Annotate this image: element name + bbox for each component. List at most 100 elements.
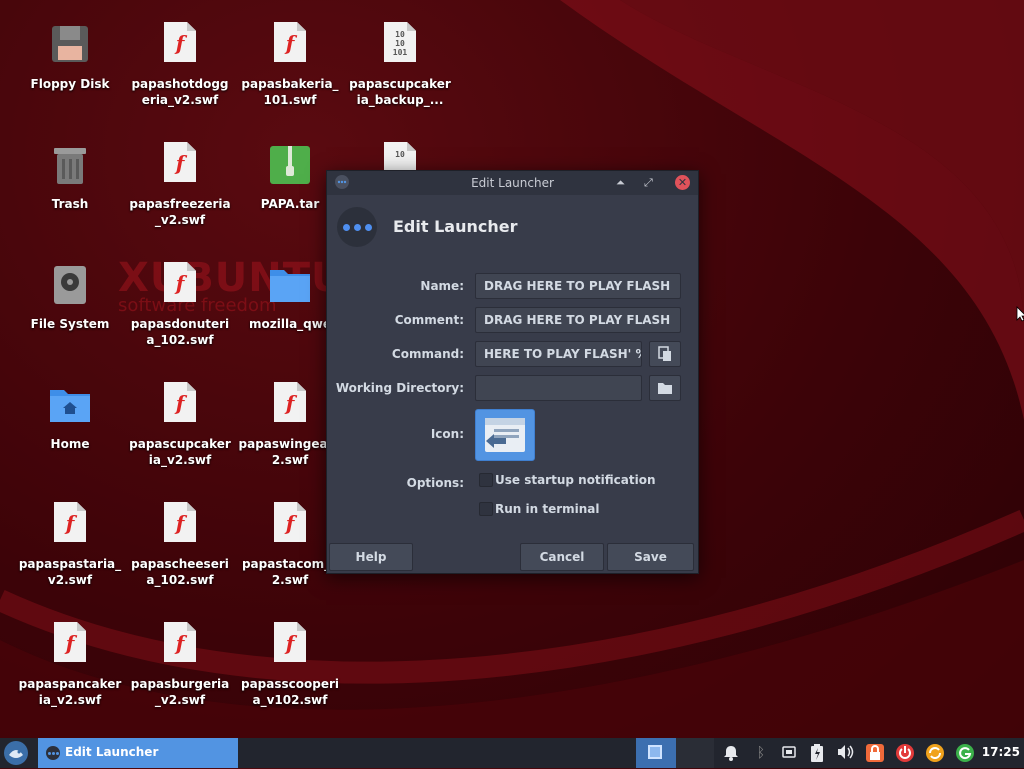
dialog-titlebar[interactable]: Edit Launcher ⏶ ⤢ ✕	[327, 171, 698, 195]
xubuntu-logo-icon	[9, 750, 23, 758]
icon-row: Icon:	[327, 409, 698, 461]
taskbar-item-label: Edit Launcher	[65, 745, 159, 759]
command-input[interactable]: HERE TO PLAY FLASH' %f	[475, 341, 642, 367]
whisker-menu-button[interactable]	[4, 741, 28, 765]
dialog-window-title: Edit Launcher	[471, 176, 554, 190]
icon-picker-button[interactable]	[475, 409, 535, 461]
desktop-icon-label: papascupcakeria_backup_...	[349, 77, 451, 107]
icon-label: Icon:	[430, 427, 464, 441]
workspace-2-button[interactable]	[676, 738, 714, 768]
help-button[interactable]: Help	[329, 543, 413, 571]
clock[interactable]: 17:25	[982, 745, 1020, 759]
command-row: Command: HERE TO PLAY FLASH' %f	[327, 341, 698, 367]
flash-file-icon: f	[158, 22, 202, 70]
save-button[interactable]: Save	[607, 543, 694, 571]
mouse-cursor-icon	[1016, 306, 1024, 326]
desktop-icon-papasburgeria[interactable]: f papasburgeria_v2.swf	[128, 622, 232, 708]
workspace-1-button[interactable]	[636, 738, 676, 768]
launcher-app-icon	[485, 418, 525, 452]
startup-notification-checkbox[interactable]	[479, 473, 493, 487]
flash-file-icon: f	[158, 382, 202, 430]
taskbar-item-edit-launcher[interactable]: Edit Launcher	[38, 738, 238, 768]
options-label: Options:	[406, 476, 464, 490]
run-in-terminal-label[interactable]: Run in terminal	[495, 502, 600, 516]
bluetooth-icon[interactable]: ᛒ	[752, 744, 770, 762]
comment-input[interactable]: DRAG HERE TO PLAY FLASH	[475, 307, 681, 333]
volume-icon[interactable]	[836, 744, 854, 762]
flash-file-icon: f	[158, 142, 202, 190]
name-input[interactable]: DRAG HERE TO PLAY FLASH	[475, 273, 681, 299]
desktop-icon-label: papasscooperia_v102.swf	[240, 677, 340, 707]
desktop-icon-label: File System	[30, 317, 110, 331]
desktop-icon-label: papashotdoggeria_v2.swf	[131, 77, 229, 107]
flash-file-icon: f	[48, 622, 92, 670]
desktop-icon-papasfreezeria[interactable]: f papasfreezeria_v2.swf	[128, 142, 232, 228]
workdir-input[interactable]	[475, 375, 642, 401]
desktop-icon-trash[interactable]: Trash	[18, 142, 122, 212]
power-icon[interactable]	[896, 744, 914, 762]
desktop-icon-label: Home	[50, 437, 90, 451]
desktop-icon-papasbakeria[interactable]: f papasbakeria_101.swf	[238, 22, 342, 108]
run-in-terminal-checkbox[interactable]	[479, 502, 493, 516]
flash-file-icon: f	[48, 502, 92, 550]
flash-file-icon: f	[158, 502, 202, 550]
desktop-icon-label: papasburgeria_v2.swf	[130, 677, 230, 707]
startup-notification-label[interactable]: Use startup notification	[495, 473, 656, 487]
launcher-dots-icon	[46, 746, 60, 760]
desktop-icon-papascupcakeria-backup[interactable]: 10 10 101 papascupcakeria_backup_...	[348, 22, 452, 108]
desktop-icon-home[interactable]: Home	[18, 382, 122, 452]
edit-launcher-dialog: Edit Launcher ⏶ ⤢ ✕ Edit Launcher Name: …	[326, 170, 699, 574]
flash-file-icon: f	[268, 382, 312, 430]
desktop-icon-label: papascheeseria_102.swf	[131, 557, 229, 587]
desktop-icon-papashotdoggeria[interactable]: f papashotdoggeria_v2.swf	[128, 22, 232, 108]
desktop-icon-label: papasdonuteria_102.swf	[130, 317, 230, 347]
desktop-icon-papasscooperia[interactable]: f papasscooperia_v102.swf	[238, 622, 342, 708]
home-folder-icon	[48, 382, 92, 430]
desktop-icon-label: Floppy Disk	[30, 77, 110, 91]
workdir-row: Working Directory:	[327, 375, 698, 401]
notification-bell-icon[interactable]	[722, 744, 740, 762]
dialog-heading: Edit Launcher	[393, 217, 518, 236]
lock-screen-icon[interactable]	[866, 744, 884, 762]
cancel-button[interactable]: Cancel	[520, 543, 604, 571]
flash-file-icon: f	[268, 622, 312, 670]
taskbar: Edit Launcher ᛒ 17:25	[0, 738, 1024, 768]
flash-file-icon: f	[268, 502, 312, 550]
browse-workdir-button[interactable]	[649, 375, 681, 401]
desktop-icon-file-system[interactable]: File System	[18, 262, 122, 332]
desktop-icon-label: papascupcakeria_v2.swf	[129, 437, 231, 467]
desktop-icon-papaspastaria[interactable]: f papaspastaria_v2.swf	[18, 502, 122, 588]
trash-icon	[48, 142, 92, 190]
maximize-icon[interactable]: ⤢	[644, 176, 653, 190]
hard-drive-icon	[48, 262, 92, 310]
folder-icon	[658, 383, 672, 394]
archive-icon	[268, 142, 312, 190]
command-label: Command:	[391, 347, 464, 361]
battery-icon[interactable]	[808, 744, 826, 762]
desktop-icon-floppy-disk[interactable]: Floppy Disk	[18, 22, 122, 92]
desktop-icon-label: Trash	[51, 197, 89, 211]
name-row: Name: DRAG HERE TO PLAY FLASH	[327, 273, 698, 299]
network-icon[interactable]	[780, 744, 798, 762]
browse-command-button[interactable]	[649, 341, 681, 367]
close-icon[interactable]: ✕	[675, 175, 690, 190]
folder-icon	[268, 262, 312, 310]
google-icon[interactable]	[956, 744, 974, 762]
copy-file-icon	[658, 346, 671, 361]
update-icon[interactable]	[926, 744, 944, 762]
floppy-disk-icon	[48, 22, 92, 70]
flash-file-icon: f	[268, 22, 312, 70]
flash-file-icon: f	[158, 622, 202, 670]
desktop-icon-label: papasbakeria_101.swf	[241, 77, 339, 107]
shade-icon[interactable]: ⏶	[616, 176, 625, 190]
desktop-icon-papasdonuteria[interactable]: f papasdonuteria_102.swf	[128, 262, 232, 348]
desktop-icon-label: papaspastaria_v2.swf	[18, 557, 122, 587]
desktop-icon-label: papaspancakeria_v2.swf	[18, 677, 122, 707]
name-label: Name:	[420, 279, 464, 293]
options-row: Options: Use startup notification Run in…	[327, 470, 698, 516]
comment-label: Comment:	[394, 313, 464, 327]
desktop-icon-papaspancakeria[interactable]: f papaspancakeria_v2.swf	[18, 622, 122, 708]
desktop-icon-papascupcakeria[interactable]: f papascupcakeria_v2.swf	[128, 382, 232, 468]
comment-row: Comment: DRAG HERE TO PLAY FLASH	[327, 307, 698, 333]
desktop-icon-papascheeseria[interactable]: f papascheeseria_102.swf	[128, 502, 232, 588]
